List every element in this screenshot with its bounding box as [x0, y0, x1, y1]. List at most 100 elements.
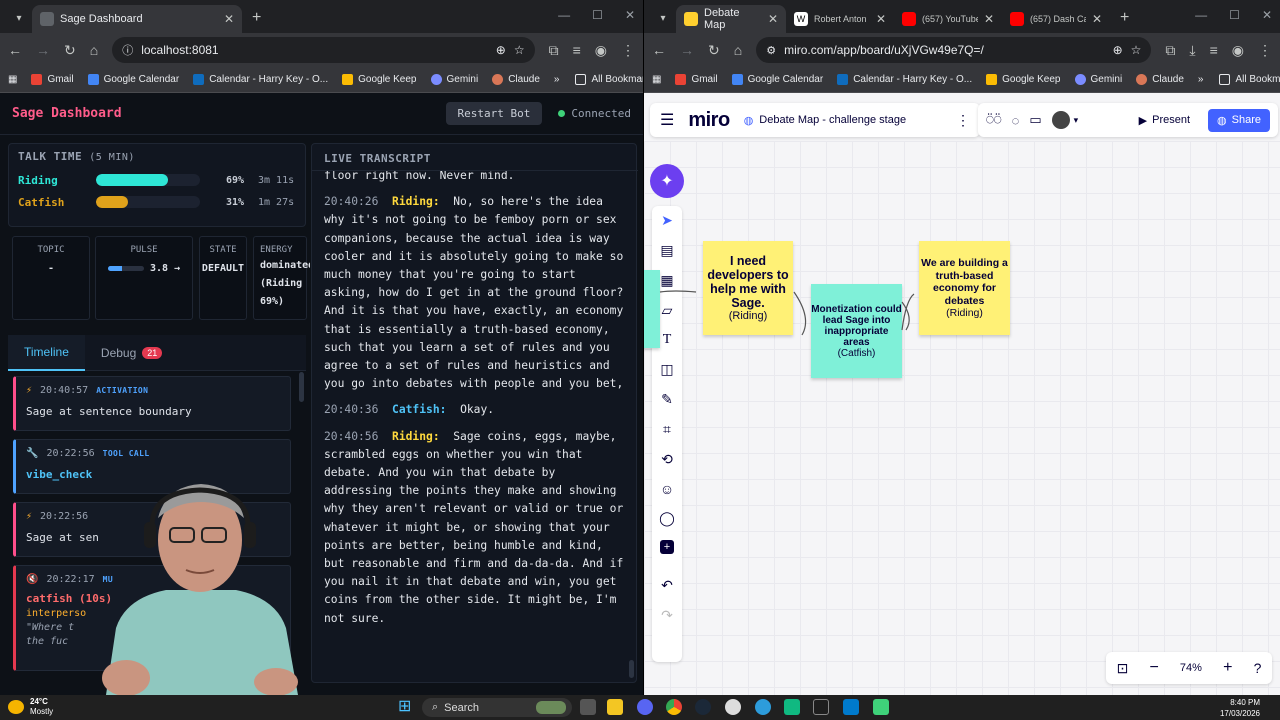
- sage-dashboard-window: ▾ Sage Dashboard ✕ + — ☐ ✕ ← → ↻ ⌂ ⓘ loc…: [0, 0, 643, 695]
- app-icon[interactable]: [755, 699, 771, 715]
- talk-time-row-riding: Riding 69% 3m 11s: [18, 169, 296, 191]
- timeline-scrollbar[interactable]: [299, 372, 304, 402]
- claude-icon: [492, 74, 504, 85]
- zoom-level[interactable]: 74%: [1180, 662, 1202, 674]
- transcript-scrollbar[interactable]: [629, 660, 634, 678]
- tab-timeline[interactable]: Timeline: [8, 334, 85, 371]
- windows-start-icon[interactable]: ⊞: [398, 699, 411, 715]
- forward-icon[interactable]: →: [36, 42, 50, 58]
- transcript-scroll[interactable]: floor right now. Never mind. 20:40:26 Ri…: [312, 171, 638, 681]
- fit-frame-icon[interactable]: ⊡: [1117, 660, 1129, 677]
- stat-label: ENERGY: [260, 245, 293, 255]
- calendar-icon: [87, 74, 99, 85]
- search-highlight-icon: [536, 701, 566, 714]
- gemini-icon: [430, 74, 442, 85]
- minimize-icon[interactable]: —: [558, 8, 570, 22]
- bookmark-gemini[interactable]: Gemini: [430, 74, 478, 85]
- new-tab-button[interactable]: +: [242, 9, 271, 33]
- speaker-name: Catfish: [18, 195, 65, 209]
- bookmark-star-icon[interactable]: ☆: [514, 43, 525, 57]
- taskbar-search[interactable]: ⌕ Search: [422, 698, 572, 717]
- transcript-time: 20:40:56: [324, 429, 379, 443]
- bookmark-claude[interactable]: Claude: [492, 74, 540, 85]
- system-clock[interactable]: 8:40 PM 17/03/2026: [1220, 697, 1260, 719]
- tab-debug[interactable]: Debug 21: [85, 335, 178, 371]
- gmail-icon: [31, 74, 43, 85]
- stat-value: 3.8 →: [149, 263, 181, 274]
- terminal-icon[interactable]: [813, 699, 829, 715]
- app-icon[interactable]: [873, 699, 889, 715]
- back-icon[interactable]: ←: [8, 42, 22, 58]
- stat-value: dominated (Riding 69%): [260, 260, 310, 307]
- extensions-icon[interactable]: ⧉: [549, 42, 559, 59]
- energy-stat: ENERGY dominated (Riding 69%): [253, 236, 310, 320]
- discord-icon[interactable]: [637, 699, 653, 715]
- tab-sage-dashboard[interactable]: Sage Dashboard ✕: [32, 5, 242, 33]
- weather-widget[interactable]: 24°C Mostly: [30, 695, 53, 717]
- search-label: Search: [444, 701, 480, 714]
- transcript-text: Okay.: [460, 403, 495, 417]
- weather-icon: [8, 700, 24, 714]
- window-controls: — ☐ ✕: [558, 8, 635, 22]
- help-icon[interactable]: ?: [1254, 660, 1262, 676]
- profile-icon[interactable]: ◉: [595, 42, 607, 59]
- zoom-icon[interactable]: ⊕: [496, 43, 506, 57]
- talk-time-panel: TALK TIME (5 MIN) Riding 69% 3m 11s Catf…: [8, 143, 306, 227]
- url-text: localhost:8081: [141, 43, 219, 57]
- speaker-name: Riding: [18, 173, 58, 187]
- event-time: 20:22:56: [46, 448, 95, 459]
- bookmark-label: Google Keep: [358, 74, 417, 85]
- bookmark-google-keep[interactable]: Google Keep: [342, 74, 417, 85]
- lightning-icon: ⚡: [26, 385, 33, 396]
- zoom-out-icon[interactable]: −: [1149, 659, 1158, 677]
- tab-search-icon[interactable]: ▾: [6, 5, 32, 31]
- event-text: Sage at sentence boundary: [26, 405, 192, 418]
- close-window-icon[interactable]: ✕: [625, 8, 635, 22]
- menu-icon[interactable]: ⋮: [621, 42, 635, 59]
- zoom-in-icon[interactable]: +: [1223, 659, 1232, 677]
- wrench-icon: 🔧: [26, 448, 39, 459]
- zoom-controls: ⊡ − 74% + ?: [1106, 652, 1272, 684]
- stat-label: TOPIC: [37, 245, 65, 255]
- talk-time-bar: [96, 174, 200, 186]
- chrome-icon[interactable]: [666, 699, 682, 715]
- reload-icon[interactable]: ↻: [64, 42, 76, 59]
- home-icon[interactable]: ⌂: [90, 42, 98, 58]
- file-explorer-icon[interactable]: [607, 699, 623, 715]
- state-stat: STATE DEFAULT: [199, 236, 247, 320]
- stat-value: -: [47, 263, 55, 274]
- timeline-event[interactable]: ⚡ 20:40:57 ACTIVATION Sage at sentence bou…: [13, 376, 291, 431]
- bookmark-outlook-calendar[interactable]: Calendar - Harry Key - O...: [193, 74, 328, 85]
- transcript-title: LIVE TRANSCRIPT: [324, 152, 431, 165]
- vscode-icon[interactable]: [843, 699, 859, 715]
- app-icon[interactable]: [784, 699, 800, 715]
- address-bar[interactable]: ⓘ localhost:8081 ⊕ ☆: [112, 37, 535, 63]
- app-icon[interactable]: [725, 699, 741, 715]
- media-icon[interactable]: ≡: [573, 42, 581, 58]
- dashboard-header: Sage Dashboard Restart Bot Connected: [0, 93, 643, 135]
- task-view-icon[interactable]: [580, 699, 596, 715]
- transcript-text: No, so here's the idea why it's not goin…: [324, 195, 624, 391]
- dashboard-title: Sage Dashboard: [12, 106, 122, 121]
- timeline-tabs: Timeline Debug 21: [8, 334, 306, 371]
- site-info-icon[interactable]: ⓘ: [122, 42, 133, 58]
- stat-value: DEFAULT: [201, 263, 245, 274]
- more-bookmarks-icon[interactable]: »: [554, 74, 560, 85]
- transcript-line: floor right now. Never mind.: [324, 171, 629, 185]
- all-bookmarks[interactable]: All Bookmarks: [575, 74, 643, 85]
- connector-lines: [659, 290, 915, 336]
- close-tab-icon[interactable]: ✕: [224, 12, 234, 26]
- apps-icon[interactable]: ▦: [8, 74, 17, 85]
- browser-toolbar: ← → ↻ ⌂ ⓘ localhost:8081 ⊕ ☆ ⧉ ≡ ◉ ⋮: [0, 33, 643, 67]
- bookmark-google-calendar[interactable]: Google Calendar: [87, 74, 179, 85]
- webcam-person-overlay: [86, 478, 308, 695]
- talk-time-bar: [96, 196, 200, 208]
- steam-icon[interactable]: [695, 699, 711, 715]
- transcript-line: 20:40:56 Riding: Sage coins, eggs, maybe…: [324, 428, 629, 628]
- tab-strip: ▾ Sage Dashboard ✕ + — ☐ ✕: [0, 0, 643, 33]
- bookmark-gmail[interactable]: Gmail: [31, 74, 74, 85]
- connection-label: Connected: [571, 107, 631, 120]
- person-image: [102, 484, 298, 695]
- restart-bot-button[interactable]: Restart Bot: [445, 102, 543, 125]
- maximize-icon[interactable]: ☐: [592, 8, 603, 22]
